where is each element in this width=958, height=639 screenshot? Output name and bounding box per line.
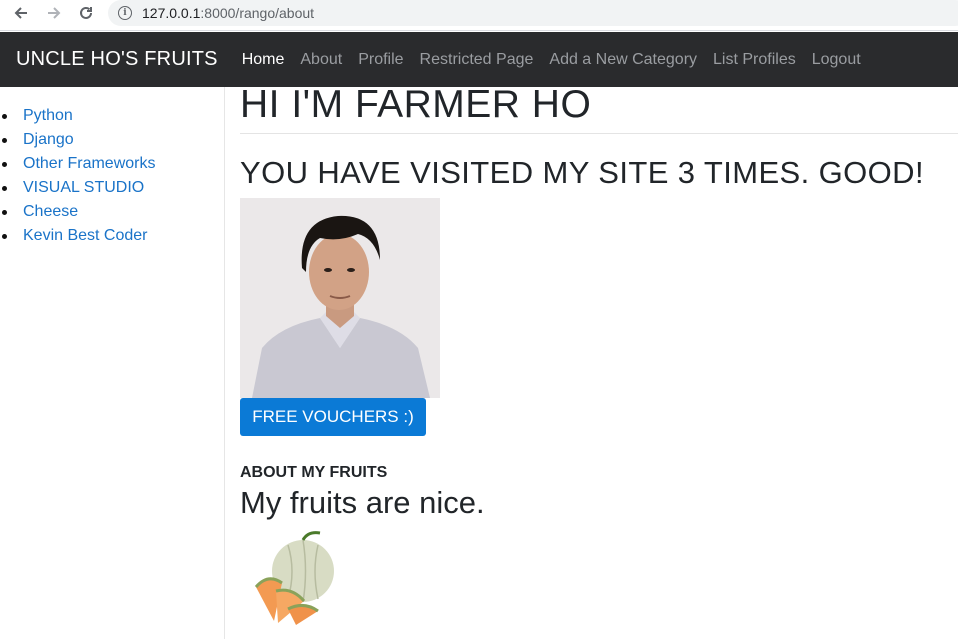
category-item: Kevin Best Coder xyxy=(0,224,224,248)
forward-button[interactable] xyxy=(42,1,66,25)
address-bar[interactable]: i 127.0.0.1:8000/rango/about xyxy=(108,0,958,26)
main-content: HI I'M FARMER HO YOU HAVE VISITED MY SIT… xyxy=(240,83,958,639)
category-item: Django xyxy=(0,128,224,152)
category-link-other-frameworks[interactable]: Other Frameworks xyxy=(23,155,155,173)
category-item: Other Frameworks xyxy=(0,152,224,176)
bullet xyxy=(2,137,7,143)
nav-home[interactable]: Home xyxy=(242,51,285,69)
back-arrow-icon xyxy=(14,7,27,19)
nav-logout[interactable]: Logout xyxy=(812,51,861,69)
info-icon[interactable]: i xyxy=(118,6,132,20)
url-path: :8000/rango/about xyxy=(200,5,315,21)
bullet xyxy=(2,233,7,239)
url-host: 127.0.0.1 xyxy=(142,5,201,21)
fruit-description: My fruits are nice. xyxy=(240,485,485,520)
title-divider xyxy=(240,133,958,134)
category-link-cheese[interactable]: Cheese xyxy=(23,203,78,221)
visits-heading: YOU HAVE VISITED MY SITE 3 TIMES. GOOD! xyxy=(240,155,924,190)
category-item: VISUAL STUDIO xyxy=(0,176,224,200)
category-link-python[interactable]: Python xyxy=(23,107,73,125)
browser-toolbar: i 127.0.0.1:8000/rango/about xyxy=(0,0,958,31)
category-list: Python Django Other Frameworks VISUAL ST… xyxy=(0,87,224,248)
bullet xyxy=(2,185,7,191)
site-brand[interactable]: UNCLE HO'S FRUITS xyxy=(16,48,218,71)
page-title: HI I'M FARMER HO xyxy=(240,83,592,126)
bullet xyxy=(2,209,7,215)
category-sidebar: Python Django Other Frameworks VISUAL ST… xyxy=(0,87,225,639)
person-portrait-icon xyxy=(240,198,440,398)
category-link-visual-studio[interactable]: VISUAL STUDIO xyxy=(23,179,144,197)
farmer-photo xyxy=(240,198,440,398)
site-navbar: UNCLE HO'S FRUITS Home About Profile Res… xyxy=(0,32,958,87)
nav-about[interactable]: About xyxy=(300,51,342,69)
melon-icon xyxy=(254,531,334,625)
free-vouchers-button[interactable]: FREE VOUCHERS :) xyxy=(240,398,426,436)
bullet xyxy=(2,161,7,167)
category-link-kevin-best-coder[interactable]: Kevin Best Coder xyxy=(23,227,148,245)
reload-button[interactable] xyxy=(74,1,98,25)
category-link-django[interactable]: Django xyxy=(23,131,74,149)
nav-restricted-page[interactable]: Restricted Page xyxy=(420,51,534,69)
category-item: Cheese xyxy=(0,200,224,224)
nav-add-category[interactable]: Add a New Category xyxy=(549,51,697,69)
reload-icon xyxy=(80,6,92,19)
back-button[interactable] xyxy=(9,1,33,25)
about-fruits-heading: ABOUT MY FRUITS xyxy=(240,464,388,481)
category-item: Python xyxy=(0,104,224,128)
bullet xyxy=(2,113,7,119)
forward-arrow-icon xyxy=(48,7,61,19)
nav-profile[interactable]: Profile xyxy=(358,51,403,69)
nav-list-profiles[interactable]: List Profiles xyxy=(713,51,796,69)
